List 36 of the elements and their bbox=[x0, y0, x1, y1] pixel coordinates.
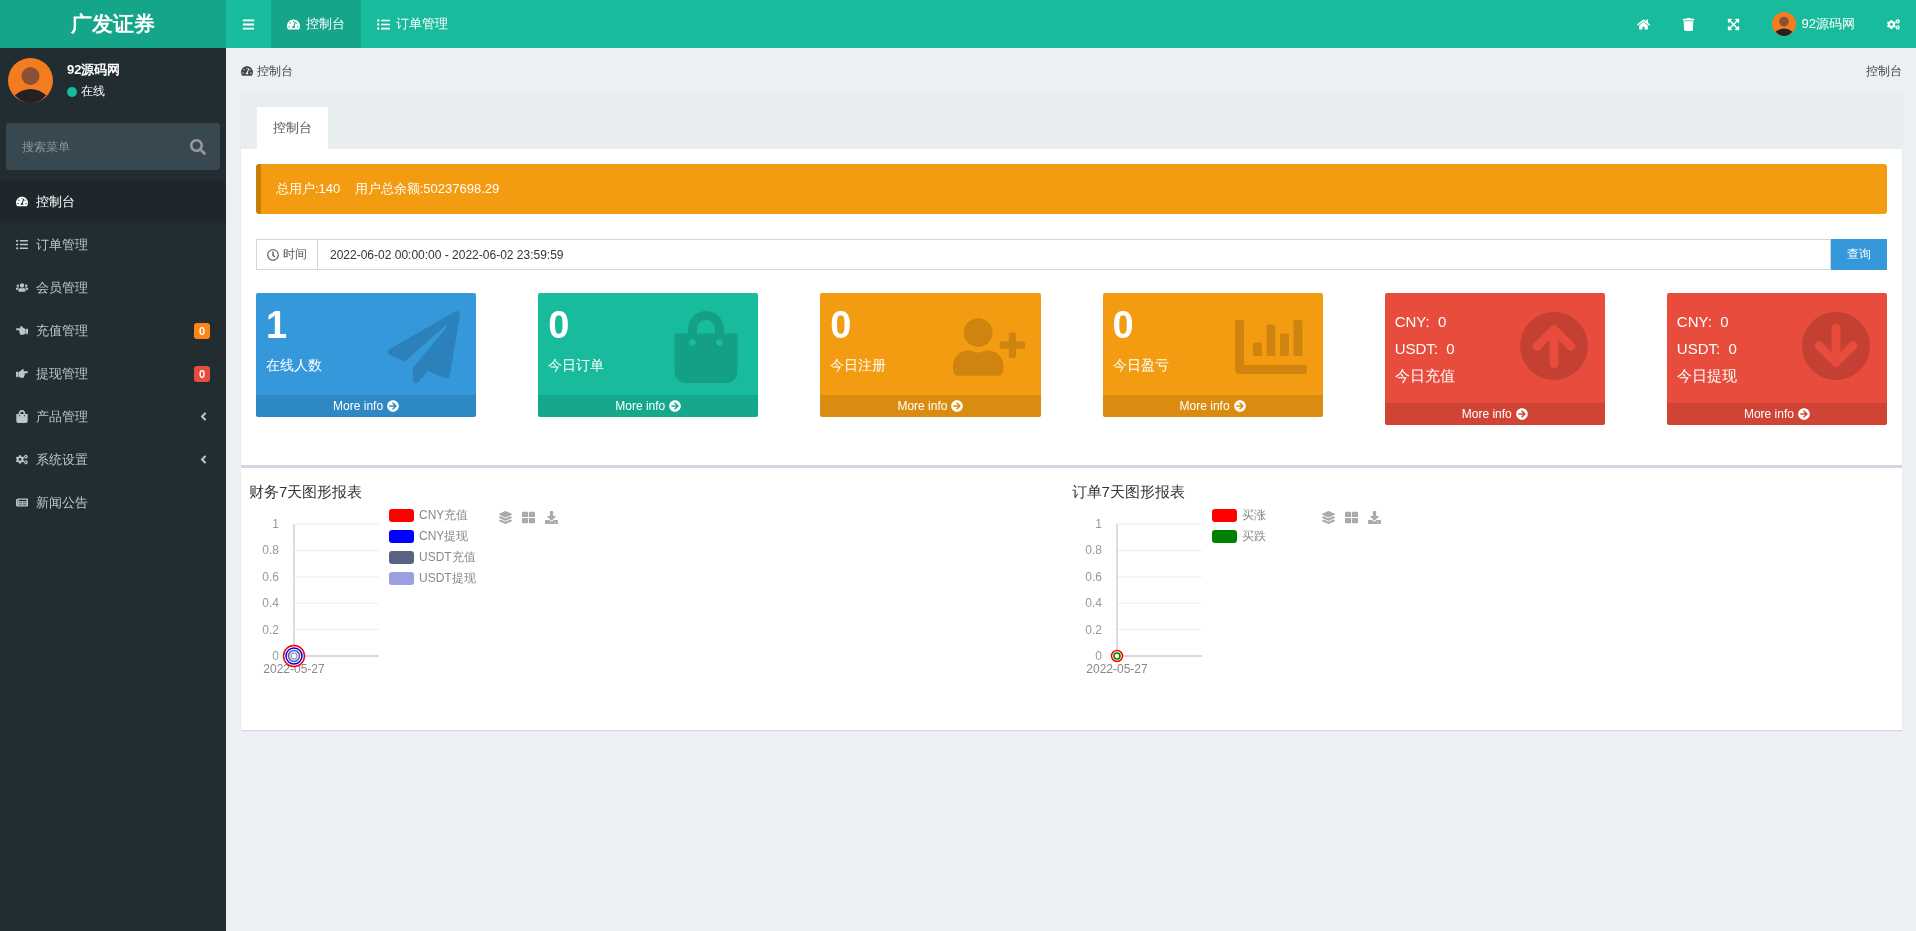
axis-label: 0.2 bbox=[1084, 622, 1102, 637]
user-status: 在线 bbox=[81, 83, 105, 100]
stat-number: 0 bbox=[548, 303, 570, 348]
axis-label: 0.8 bbox=[262, 543, 279, 558]
axis-label: 0.6 bbox=[262, 569, 279, 584]
axis-label: 0.2 bbox=[262, 622, 279, 637]
axis-label: 1 bbox=[1094, 517, 1102, 531]
axis-label: 1 bbox=[272, 517, 279, 531]
chart-title: 订单7天图形报表 bbox=[1071, 483, 1186, 502]
axis-label: 2022-05-27 bbox=[1085, 662, 1148, 676]
stat-number: 0 bbox=[830, 303, 852, 348]
amount-line: USDT: 0 bbox=[1676, 340, 1738, 357]
count-badge: 0 bbox=[193, 365, 210, 382]
stat-label: 今日订单 bbox=[548, 356, 606, 375]
axis-label: 0.6 bbox=[1084, 569, 1102, 584]
amount-line: CNY: 0 bbox=[1394, 313, 1448, 330]
stat-number: 1 bbox=[266, 303, 288, 348]
axis-label: 0.4 bbox=[262, 596, 279, 611]
stat-label: 今日充值 bbox=[1394, 367, 1456, 386]
axis-label: 0.4 bbox=[1084, 596, 1102, 611]
axis-label: 2022-05-27 bbox=[263, 662, 325, 676]
stat-label: 在线人数 bbox=[266, 356, 323, 375]
user-name: 92源码网 bbox=[67, 61, 121, 79]
axis-label: 0 bbox=[1094, 649, 1102, 663]
stat-label: 今日盈亏 bbox=[1112, 356, 1170, 375]
axis-label: 0.8 bbox=[1084, 543, 1102, 558]
time-label: 时间 bbox=[256, 239, 318, 270]
amount-line: CNY: 0 bbox=[1676, 313, 1730, 330]
amount-line: USDT: 0 bbox=[1394, 340, 1456, 357]
axis-label: 0 bbox=[272, 649, 279, 663]
alert-banner: 总用户:140 用户总余额:50237698.29 bbox=[256, 164, 1887, 214]
stat-number: 0 bbox=[1112, 303, 1134, 348]
stat-label: 今日注册 bbox=[830, 356, 888, 375]
count-badge: 0 bbox=[193, 322, 210, 339]
stat-label: 今日提现 bbox=[1676, 367, 1738, 386]
chart-title: 财务7天图形报表 bbox=[249, 483, 364, 502]
